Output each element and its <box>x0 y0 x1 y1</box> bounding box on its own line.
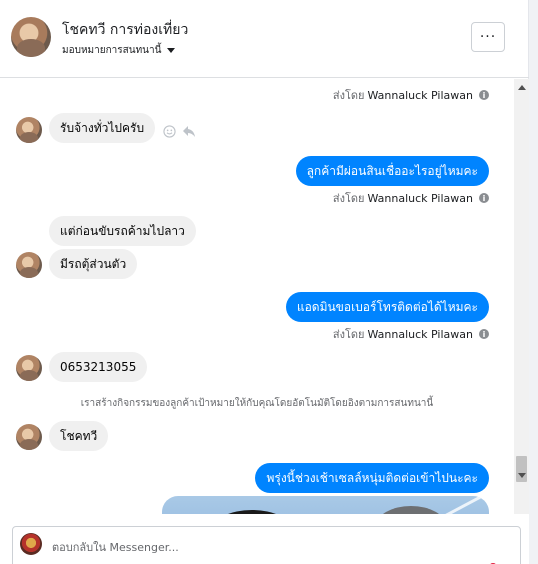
assign-conversation-dropdown[interactable]: มอบหมายการสนทนานี้ <box>62 43 176 58</box>
assign-conversation-label: มอบหมายการสนทนานี้ <box>62 45 162 56</box>
composer-area: ตอบกลับใน Messenger... <box>0 514 529 564</box>
reply-composer[interactable]: ตอบกลับใน Messenger... <box>12 526 521 564</box>
outgoing-message[interactable]: พรุ่งนี้ช่วงเช้าเซลล์หนุ่มติดต่อเข้าไปนะ… <box>255 463 489 493</box>
sent-by-meta: ส่งโดย Wannaluck Pilawan i <box>333 86 489 104</box>
caret-down-icon <box>167 48 176 53</box>
outgoing-message[interactable]: แอดมินขอเบอร์โทรติดต่อได้ไหมคะ <box>285 292 489 322</box>
scroll-thumb[interactable] <box>516 456 527 482</box>
sent-by-author: Wannaluck Pilawan <box>367 327 474 341</box>
message-actions <box>162 124 196 138</box>
more-dots-icon: ··· <box>479 29 497 45</box>
window-edge <box>529 0 538 564</box>
sent-by-meta: ส่งโดย Wannaluck Pilawan i <box>333 325 489 343</box>
sent-by-author: Wannaluck Pilawan <box>367 191 474 205</box>
smiley-icon[interactable] <box>162 124 176 138</box>
info-icon[interactable]: i <box>479 193 489 203</box>
page-avatar <box>20 533 42 555</box>
incoming-message[interactable]: 0653213055 <box>49 352 148 382</box>
contact-avatar[interactable] <box>11 17 51 57</box>
sent-by-prefix: ส่งโดย <box>332 328 365 341</box>
conversation-panel: โชคทวี การท่องเที่ยว มอบหมายการสนทนานี้ … <box>0 0 529 564</box>
reply-icon[interactable] <box>182 124 196 138</box>
more-options-button[interactable]: ··· <box>471 22 505 52</box>
sent-by-author: Wannaluck Pilawan <box>367 88 474 102</box>
system-notice: เราสร้างกิจกรรมของลูกค้าเป้าหมายให้กับคุ… <box>80 398 434 409</box>
image-attachment[interactable] <box>162 496 489 514</box>
image-content <box>376 506 446 514</box>
sender-avatar[interactable] <box>16 355 42 381</box>
sent-by-prefix: ส่งโดย <box>332 192 365 205</box>
image-content <box>444 496 489 514</box>
sent-by-prefix: ส่งโดย <box>332 89 365 102</box>
incoming-message[interactable]: มีรถตุ้ส่วนตัว <box>49 249 138 279</box>
info-icon[interactable]: i <box>479 329 489 339</box>
incoming-message[interactable]: โชคทวี <box>49 421 109 451</box>
incoming-message[interactable]: แต่ก่อนขับรถค้ามไปลาว <box>49 216 196 246</box>
contact-name[interactable]: โชคทวี การท่องเที่ยว <box>62 19 188 41</box>
scrollbar[interactable] <box>514 79 529 514</box>
scroll-down-arrow-icon[interactable] <box>518 473 526 478</box>
sent-by-meta: ส่งโดย Wannaluck Pilawan i <box>333 189 489 207</box>
conversation-header: โชคทวี การท่องเที่ยว มอบหมายการสนทนานี้ … <box>0 0 529 78</box>
sender-avatar[interactable] <box>16 117 42 143</box>
scroll-up-arrow-icon[interactable] <box>518 85 526 90</box>
reply-input[interactable]: ตอบกลับใน Messenger... <box>52 538 179 556</box>
info-icon[interactable]: i <box>479 90 489 100</box>
message-list: ส่งโดย Wannaluck Pilawan i รับจ้างทั่วไป… <box>0 79 514 514</box>
sender-avatar[interactable] <box>16 424 42 450</box>
incoming-message[interactable]: รับจ้างทั่วไปครับ <box>49 113 156 143</box>
outgoing-message[interactable]: ลูกค้ามีผ่อนสินเชื่ออะไรอยู่ไหมคะ <box>295 156 489 186</box>
sender-avatar[interactable] <box>16 252 42 278</box>
